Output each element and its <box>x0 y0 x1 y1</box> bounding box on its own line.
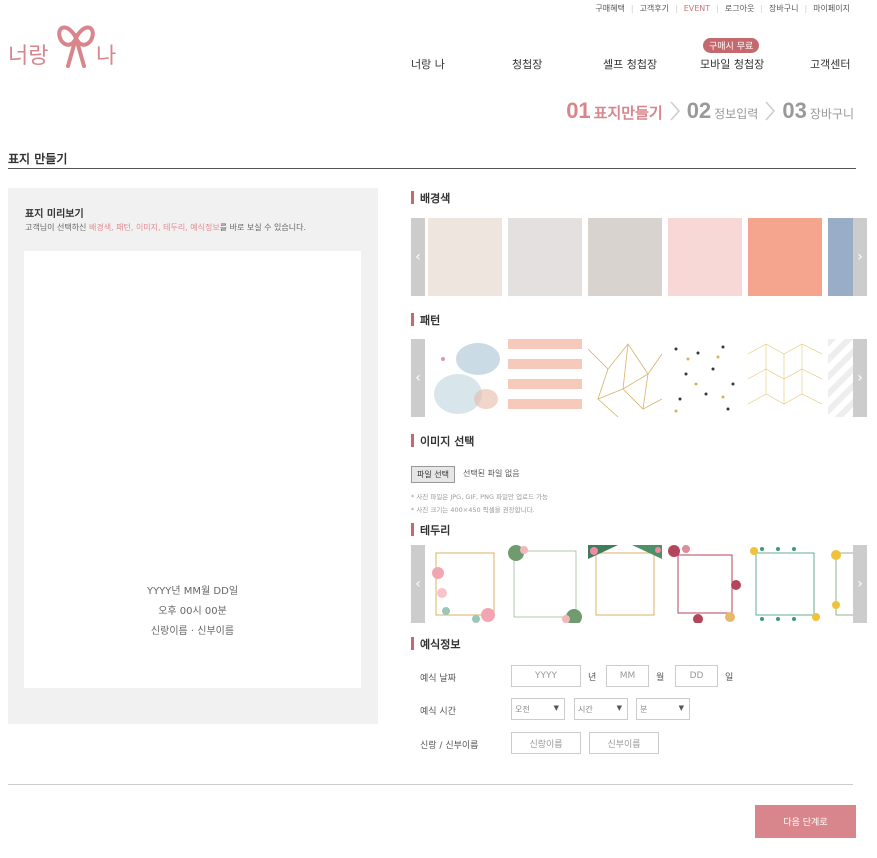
chevron-right-icon <box>670 101 680 121</box>
year-unit: 년 <box>588 673 597 683</box>
nav-about[interactable]: 너랑 나 <box>411 56 445 72</box>
top-links: 구매혜택 | 고객후기 | EVENT | 로그아웃 | 장바구니 | 마이페이지 <box>595 3 850 14</box>
link-cart[interactable]: 장바구니 <box>769 3 798 14</box>
minute-select[interactable]: 분 ▼ <box>636 698 690 720</box>
border-rose-frame[interactable] <box>668 545 742 623</box>
hour-select[interactable]: 시간 ▼ <box>574 698 628 720</box>
preview-names: 신랑이름 · 신부이름 <box>150 626 235 637</box>
pattern-gold-hexagon[interactable] <box>748 339 822 417</box>
chevron-right-icon <box>765 101 776 121</box>
link-mypage[interactable]: 마이페이지 <box>813 3 850 14</box>
chevron-down-icon: ▼ <box>553 704 559 712</box>
slider-prev-button[interactable]: ‹ <box>411 218 425 296</box>
day-unit: 일 <box>725 673 734 683</box>
month-unit: 월 <box>656 673 665 683</box>
slider-prev-button[interactable]: ‹ <box>411 339 425 417</box>
pattern-pink-stripes[interactable] <box>508 339 582 417</box>
upload-note-size: * 사진 크기는 400×450 픽셀을 권장합니다. <box>411 506 535 514</box>
border-leaf-corner[interactable] <box>508 545 582 623</box>
ampm-select[interactable]: 오전 ▼ <box>511 698 565 720</box>
step-2: 02 정보입력 <box>686 98 759 123</box>
preview-title: 표지 미리보기 <box>25 209 84 220</box>
groom-name-input[interactable]: 신랑이름 <box>511 732 581 754</box>
chevron-down-icon: ▼ <box>616 704 622 712</box>
heart-ribbon-icon <box>57 25 95 68</box>
section-border: 테두리 <box>411 522 450 538</box>
chevron-down-icon: ▼ <box>678 704 684 712</box>
page-title: 표지 만들기 <box>8 152 68 166</box>
color-swatch[interactable] <box>588 218 662 296</box>
step-1: 01 표지만들기 <box>566 98 663 123</box>
nav-invitation[interactable]: 청첩장 <box>512 56 542 72</box>
upload-note-format: * 사진 파일은 JPG, GIF, PNG 파일만 업로드 가능 <box>411 493 549 501</box>
section-wedding-info: 예식정보 <box>411 636 460 652</box>
nav-customer-center[interactable]: 고객센터 <box>810 56 850 72</box>
preview-desc: 고객님이 선택하신 배경색, 패턴, 이미지, 테두리, 예식정보를 바로 보실… <box>25 223 307 232</box>
preview-date: YYYY년 MM월 DD일 <box>146 586 239 597</box>
step-indicator: 01 표지만들기 02 정보입력 03 장바구니 <box>566 98 854 124</box>
pattern-watercolor[interactable] <box>428 339 502 417</box>
file-status: 선택된 파일 없음 <box>463 469 520 478</box>
time-label: 예식 시간 <box>420 707 456 717</box>
color-swatch[interactable] <box>508 218 582 296</box>
slider-next-button[interactable]: › <box>853 545 867 623</box>
logo-text-left: 너랑 <box>8 44 49 69</box>
color-swatch[interactable] <box>748 218 822 296</box>
logo-text-right: 나 <box>96 44 117 69</box>
border-leaf-line[interactable] <box>748 545 822 623</box>
nav-mobile-invitation[interactable]: 모바일 청첩장 <box>700 56 764 72</box>
file-select-button[interactable]: 파일 선택 <box>411 466 455 483</box>
divider <box>8 784 853 785</box>
date-label: 예식 날짜 <box>420 674 456 684</box>
nav-self-invitation[interactable]: 셀프 청첩장 <box>603 56 657 72</box>
background-slider: ‹ › <box>411 218 867 296</box>
free-badge: 구매시 무료 <box>703 38 760 53</box>
link-benefits[interactable]: 구매혜택 <box>595 3 624 14</box>
preview-time: 오후 00시 00분 <box>158 606 227 617</box>
link-event[interactable]: EVENT <box>684 4 710 13</box>
day-input[interactable]: DD <box>675 665 718 687</box>
pattern-terrazzo-dots[interactable] <box>668 339 742 417</box>
color-swatch[interactable] <box>428 218 502 296</box>
slider-prev-button[interactable]: ‹ <box>411 545 425 623</box>
month-input[interactable]: MM <box>606 665 649 687</box>
preview-card: YYYY년 MM월 DD일 오후 00시 00분 신랑이름 · 신부이름 <box>24 251 361 688</box>
step-3: 03 장바구니 <box>782 98 854 123</box>
border-slider: ‹ › <box>411 545 867 623</box>
preview-panel: 표지 미리보기 고객님이 선택하신 배경색, 패턴, 이미지, 테두리, 예식정… <box>8 188 378 724</box>
next-step-button[interactable]: 다음 단계로 <box>755 805 856 838</box>
pattern-slider: ‹ › <box>411 339 867 417</box>
border-tropical[interactable] <box>588 545 662 623</box>
name-label: 신랑 / 신부이름 <box>420 741 479 751</box>
link-reviews[interactable]: 고객후기 <box>640 3 669 14</box>
link-logout[interactable]: 로그아웃 <box>725 3 754 14</box>
bride-name-input[interactable]: 신부이름 <box>589 732 659 754</box>
divider <box>8 168 856 169</box>
slider-next-button[interactable]: › <box>853 218 867 296</box>
slider-next-button[interactable]: › <box>853 339 867 417</box>
pattern-gold-geometric[interactable] <box>588 339 662 417</box>
logo[interactable]: 너랑 나 <box>8 25 128 70</box>
section-pattern: 패턴 <box>411 312 440 328</box>
section-image: 이미지 선택 <box>411 433 474 449</box>
year-input[interactable]: YYYY <box>511 665 581 687</box>
section-background: 배경색 <box>411 190 450 206</box>
border-floral-pink[interactable] <box>428 545 502 623</box>
color-swatch[interactable] <box>668 218 742 296</box>
